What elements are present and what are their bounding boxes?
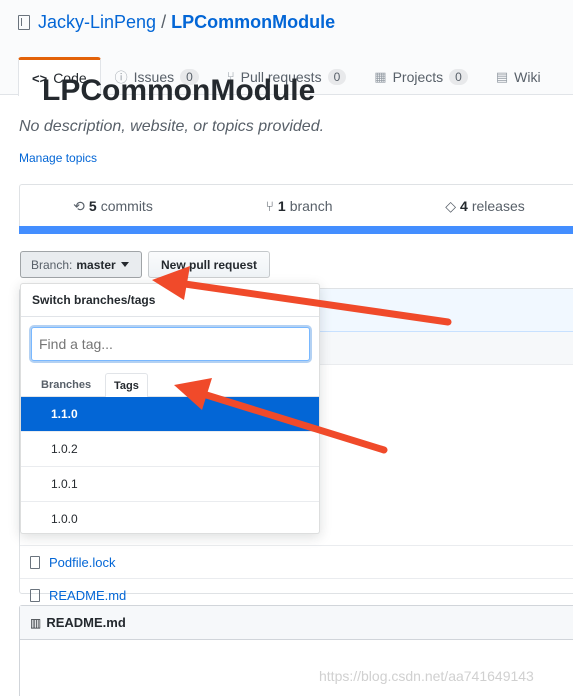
- file-row[interactable]: Podfile.lock: [20, 545, 573, 578]
- history-icon: ⟲: [73, 197, 85, 214]
- repo-name-link[interactable]: LPCommonModule: [171, 12, 335, 33]
- tag-filter-input[interactable]: [31, 327, 310, 361]
- tab-wiki[interactable]: ▤ Wiki: [482, 57, 555, 95]
- commits-label: commits: [100, 198, 153, 214]
- watermark: https://blog.csdn.net/aa741649143: [319, 668, 534, 684]
- projects-counter: 0: [449, 68, 468, 85]
- tag-item[interactable]: 1.1.0: [21, 397, 319, 432]
- file-icon: [30, 588, 40, 602]
- branch-select-button[interactable]: Branch: master: [20, 251, 142, 278]
- readme-title: README.md: [46, 615, 126, 630]
- wiki-icon: ▤: [495, 68, 509, 84]
- tag-list: 1.1.0 1.0.2 1.0.1 1.0.0: [21, 397, 319, 533]
- repo-separator: /: [161, 12, 167, 32]
- commits-summary[interactable]: ⟲ 5 commits: [20, 185, 206, 227]
- dropdown-title: Switch branches/tags: [21, 284, 319, 317]
- releases-label: releases: [471, 198, 525, 214]
- dropdown-tabs: Branches Tags: [21, 373, 319, 398]
- tab-branches[interactable]: Branches: [33, 373, 99, 397]
- repo-owner-link[interactable]: Jacky-LinPeng: [38, 12, 156, 33]
- tab-label: Projects: [392, 68, 444, 85]
- book-icon: ▥: [30, 615, 42, 630]
- branch-count: 1: [277, 198, 286, 214]
- tag-item[interactable]: 1.0.0: [21, 502, 319, 533]
- file-icon: [30, 555, 40, 569]
- repo-icon: [18, 15, 30, 30]
- branch-tag-dropdown: Switch branches/tags Branches Tags 1.1.0…: [20, 283, 320, 534]
- manage-topics-link[interactable]: Manage topics: [19, 151, 97, 165]
- tag-item[interactable]: 1.0.2: [21, 432, 319, 467]
- branch-icon: ⑂: [265, 198, 274, 214]
- branch-prefix: Branch:: [31, 257, 73, 272]
- chevron-down-icon: [120, 262, 129, 267]
- branch-value: master: [76, 257, 116, 272]
- branch-label: branch: [289, 198, 333, 214]
- numbers-summary: ⟲ 5 commits ⑂ 1 branch ◇ 4 releases: [19, 184, 573, 228]
- tab-projects[interactable]: ▦ Projects 0: [360, 57, 482, 95]
- pull-requests-counter: 0: [327, 68, 347, 85]
- new-pull-request-button[interactable]: New pull request: [148, 251, 270, 278]
- branch-summary[interactable]: ⑂ 1 branch: [206, 185, 392, 227]
- repo-title: Jacky-LinPeng / LPCommonModule: [18, 12, 335, 33]
- project-icon: ▦: [374, 68, 387, 84]
- releases-count: 4: [460, 198, 468, 214]
- tab-label: Wiki: [514, 68, 541, 85]
- releases-summary[interactable]: ◇ 4 releases: [392, 185, 573, 227]
- tag-item[interactable]: 1.0.1: [21, 467, 319, 502]
- language-bar: [19, 226, 573, 234]
- commits-count: 5: [88, 198, 97, 214]
- file-name[interactable]: README.md: [49, 588, 126, 603]
- repo-description: No description, website, or topics provi…: [19, 118, 325, 135]
- tab-tags[interactable]: Tags: [105, 373, 148, 398]
- readme-heading: LPCommonModule: [42, 74, 316, 107]
- readme-header: ▥ README.md: [20, 606, 573, 640]
- tag-icon: ◇: [445, 197, 457, 214]
- file-name[interactable]: Podfile.lock: [49, 555, 115, 570]
